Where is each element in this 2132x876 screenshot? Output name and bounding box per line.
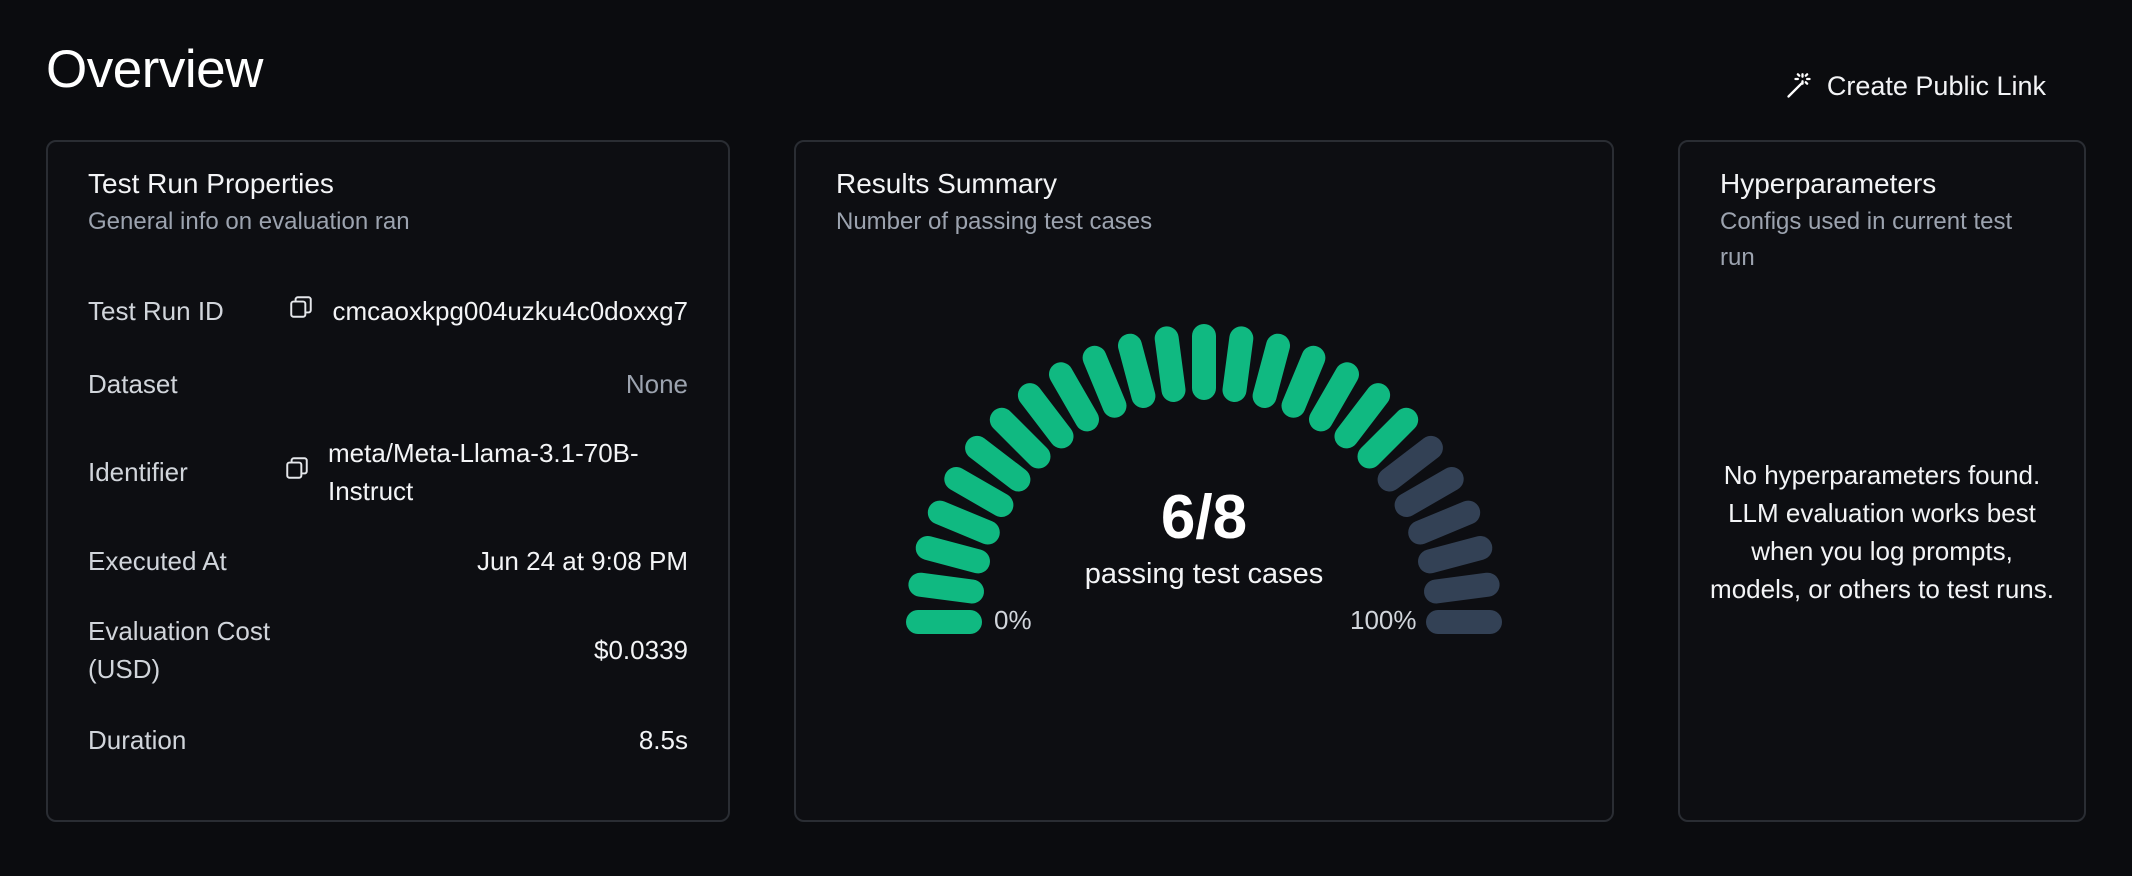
identifier-label: Identifier [88,457,188,487]
card-title: Hyperparameters [1720,168,1937,199]
gauge-segment-active [1309,362,1359,432]
duration-label: Duration [88,725,187,755]
gauge-segment-active [1118,333,1156,408]
gauge-max-label: 100% [1350,605,1417,635]
dataset-label: Dataset [88,369,178,399]
executed-at-label: Executed At [88,546,227,576]
empty-state-message: No hyperparameters found. LLM evaluation… [1710,460,2054,604]
gauge-min-label: 0% [994,605,1032,635]
create-public-link-button[interactable]: Create Public Link [1785,68,2046,104]
gauge-segment-active [989,407,1051,469]
test-run-id-value: cmcaoxkpg004uzku4c0doxxg7 [332,296,688,326]
card-title: Test Run Properties [88,168,334,199]
gauge-segment-active [1222,326,1254,402]
test-run-id-label: Test Run ID [88,296,224,326]
evaluation-cost-label: Evaluation Cost (USD) [88,616,271,684]
gauge-segment-active [1357,407,1419,469]
copy-icon[interactable] [284,453,310,491]
card-subtitle: General info on evaluation ran [88,208,410,235]
card-subtitle: Configs used in current test run [1720,208,2013,271]
gauge-segment-active [1154,326,1186,402]
hyperparameters-card: Hyperparameters Configs used in current … [1678,140,2086,822]
dataset-value: None [625,369,688,399]
magic-wand-icon [1785,72,1813,100]
duration-row: Duration 8.5s [88,721,688,759]
test-run-properties-card: Test Run Properties General info on eval… [46,140,730,822]
create-public-link-label: Create Public Link [1826,71,2046,101]
executed-at-row: Executed At Jun 24 at 9:08 PM [88,542,688,580]
dataset-row: Dataset None [88,365,688,403]
gauge-segment-inactive [1377,435,1443,492]
gauge-segment-active [1334,383,1391,449]
gauge-segment-active [1082,345,1127,418]
gauge-fraction: 6/8 [1160,483,1248,552]
gauge-center: 6/8 passing test cases [796,482,1612,592]
duration-value: 8.5s [638,725,688,755]
test-run-id-row: Test Run ID cmcaoxkpg004uzku4c0doxxg7 [88,292,688,330]
identifier-row: Identifier meta/Meta-Llama-3.1-70B-Instr… [88,434,688,510]
identifier-value: meta/Meta-Llama-3.1-70B-Instruct [328,438,639,506]
executed-at-value: Jun 24 at 9:08 PM [476,546,688,576]
gauge-segment-active [1252,333,1290,408]
gauge-segment-active [1049,362,1099,432]
gauge-segment-active [1017,383,1074,449]
results-summary-card: Results Summary Number of passing test c… [794,140,1614,822]
evaluation-cost-row: Evaluation Cost (USD) $0.0339 [88,612,688,688]
evaluation-cost-value: $0.0339 [594,635,688,665]
gauge-segment-active [965,435,1031,492]
gauge-segment-active [1281,345,1326,418]
gauge-caption: passing test cases [1084,558,1324,590]
copy-icon[interactable] [288,292,314,330]
page-title: Overview [46,40,263,99]
